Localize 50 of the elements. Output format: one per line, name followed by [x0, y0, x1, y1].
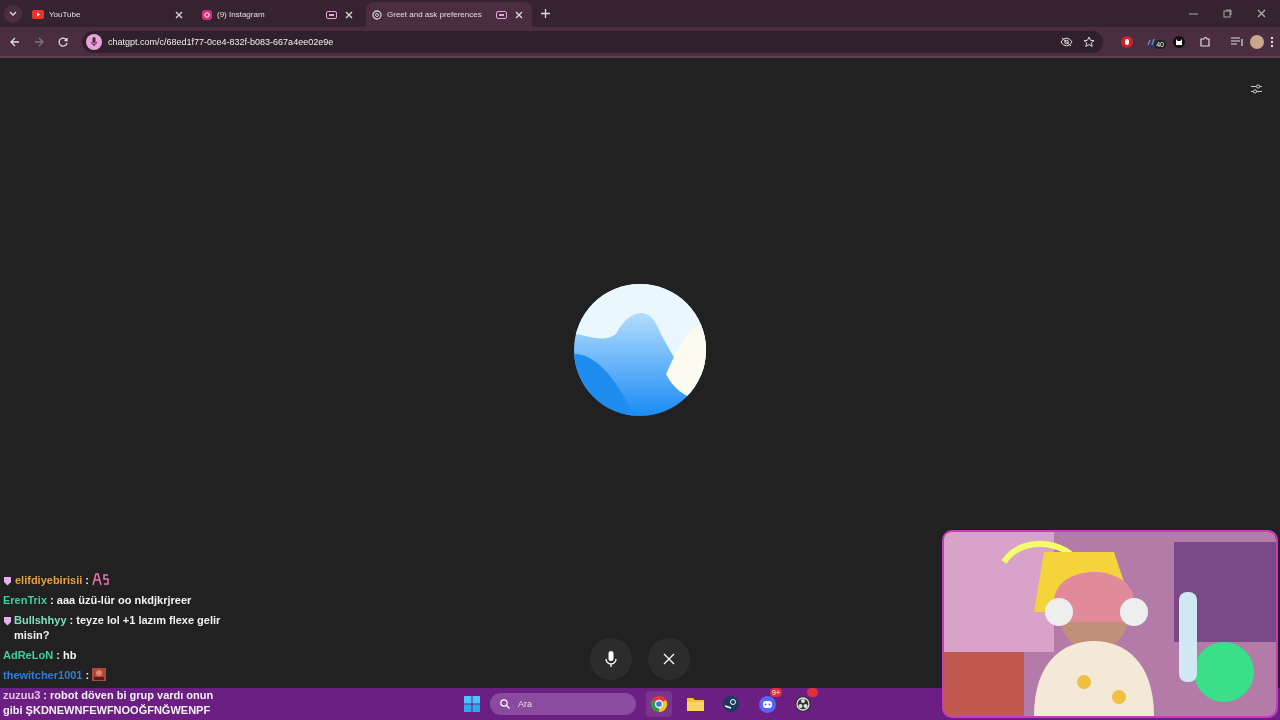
chat-message-text: AdReLoN : hb — [3, 648, 77, 663]
close-icon — [663, 653, 675, 665]
playlist-icon[interactable] — [1231, 36, 1244, 47]
emote-icon — [92, 573, 110, 586]
recorder-icon[interactable] — [795, 696, 811, 712]
back-arrow-icon — [10, 36, 20, 47]
hand-icon[interactable] — [1121, 35, 1133, 48]
chat-message-text: zuzuu3 : robot döven bi grup vardı onun gibi ŞKDNEWNFEWFNOOĞFNĞWENPF — [3, 688, 215, 718]
chat-message-text: Bullshhyy : teyze lol +1 lazım flexe gelir misin? — [13, 613, 222, 643]
microphone-icon — [605, 651, 617, 667]
search-icon — [500, 699, 510, 709]
close-icon — [175, 10, 183, 19]
settings-icon[interactable] — [1251, 84, 1262, 94]
browser-tab[interactable]: YouTube — [26, 2, 192, 27]
plus-icon — [540, 9, 550, 18]
start-icon[interactable] — [464, 696, 480, 712]
chevron-icon — [9, 11, 17, 16]
close-icon — [345, 10, 353, 19]
restore-icon — [1222, 9, 1232, 18]
microphone-button[interactable] — [86, 33, 102, 50]
star-icon[interactable] — [1083, 35, 1095, 48]
profile-avatar[interactable] — [1250, 34, 1264, 49]
browser-tab[interactable]: (9) Instagram — [196, 2, 362, 27]
chat-message-text: ErenTrix : aaa üzü-lür oo nkdjkrjreer — [3, 593, 192, 608]
steam-icon[interactable] — [723, 696, 739, 712]
minimize-icon — [1188, 12, 1198, 15]
emote-icon — [92, 668, 107, 681]
cat-icon[interactable] — [1173, 35, 1185, 48]
chat-message-text: elifdiyebirisii : — [15, 573, 89, 588]
browser-tab[interactable]: Greet and ask preferences — [366, 2, 532, 27]
discord-icon[interactable] — [758, 695, 776, 713]
reload-icon — [58, 36, 68, 47]
microphone-icon — [91, 37, 97, 46]
knot-icon — [372, 9, 382, 20]
search-input[interactable]: Ara — [518, 699, 626, 709]
search-field[interactable]: Ara — [490, 693, 636, 715]
puzzle-icon[interactable] — [1199, 35, 1211, 48]
forward-arrow-icon — [34, 36, 44, 47]
close-icon — [1256, 9, 1266, 18]
folder-icon[interactable] — [686, 697, 704, 711]
close-icon — [515, 10, 523, 19]
play-icon — [32, 10, 44, 19]
browser-icon[interactable] — [651, 696, 667, 712]
close-button[interactable] — [648, 638, 690, 680]
tab-list-button[interactable] — [4, 4, 22, 23]
eye-off-icon[interactable] — [1060, 36, 1073, 47]
chat-message-text: thewitcher1001 : — [3, 668, 90, 683]
camera-icon — [202, 9, 212, 20]
menu-icon[interactable] — [1270, 35, 1274, 48]
microphone-button[interactable] — [590, 638, 632, 680]
